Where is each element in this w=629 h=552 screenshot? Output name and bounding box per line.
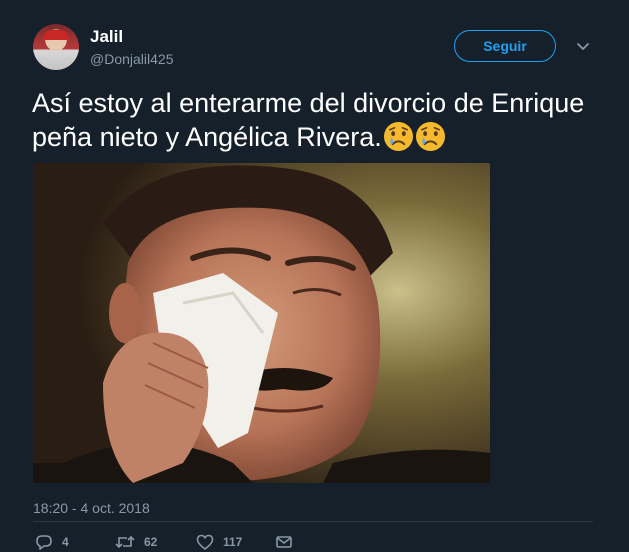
divider [33, 521, 593, 522]
like-count: 117 [223, 535, 243, 549]
envelope-icon [276, 536, 292, 548]
tweet-card: Jalil @Donjalil425 Seguir Así estoy al e… [0, 0, 629, 552]
retweet-button[interactable]: 62 [115, 533, 157, 551]
heart-icon [196, 534, 214, 550]
user-handle[interactable]: @Donjalil425 [90, 51, 173, 67]
tweet-photo[interactable] [33, 163, 490, 483]
crying-face-emoji-icon [383, 121, 413, 152]
direct-message-button[interactable] [275, 533, 293, 551]
tweet-timestamp[interactable]: 18:20 - 4 oct. 2018 [33, 500, 150, 516]
avatar-cap [43, 30, 69, 40]
reply-icon [36, 535, 52, 550]
display-name[interactable]: Jalil [90, 27, 123, 47]
tweet-text: Así estoy al enterarme del divorcio de E… [32, 86, 612, 154]
like-button[interactable]: 117 [196, 533, 242, 551]
retweet-icon [115, 535, 135, 549]
follow-button[interactable]: Seguir [454, 30, 556, 62]
chevron-down-icon[interactable] [576, 41, 590, 53]
crying-man-photo [33, 163, 490, 483]
tweet-body: Así estoy al enterarme del divorcio de E… [32, 88, 585, 152]
reply-button[interactable]: 4 [35, 533, 69, 551]
crying-face-emoji-icon [415, 121, 445, 152]
avatar[interactable] [33, 24, 79, 70]
reply-count: 4 [62, 535, 69, 549]
retweet-count: 62 [144, 535, 158, 549]
